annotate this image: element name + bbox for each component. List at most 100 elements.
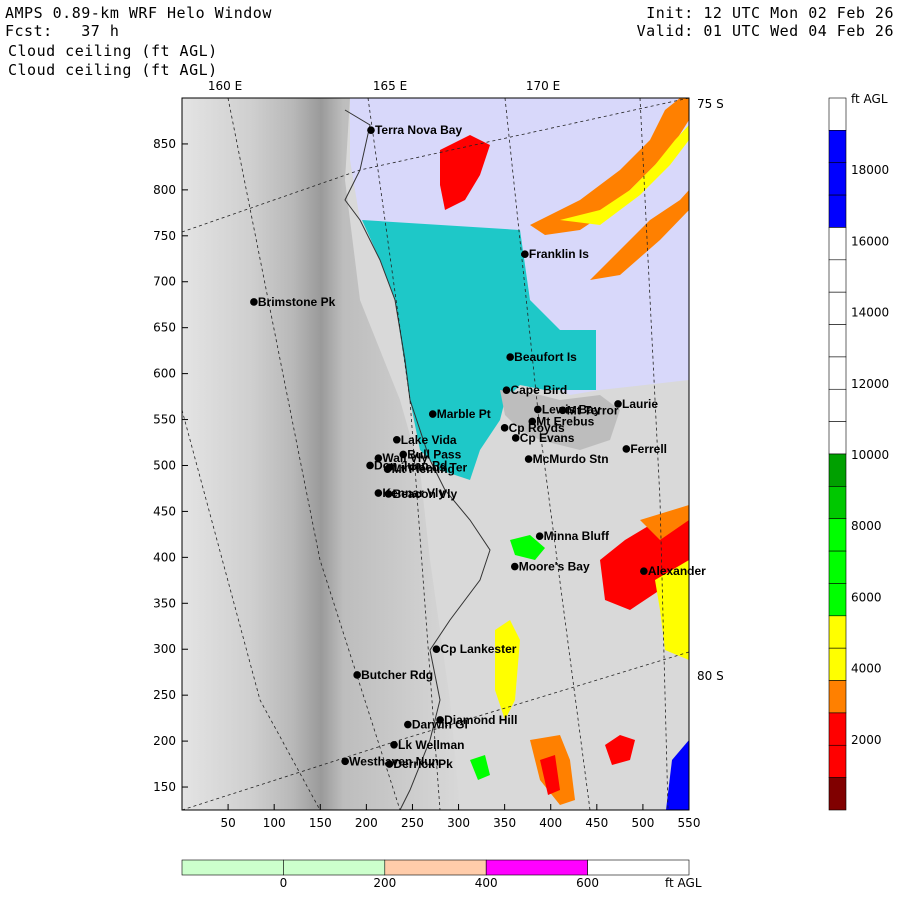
colorbar-segment [828, 162, 847, 196]
place-marker [511, 434, 520, 442]
ceiling-colorbar: 18000 16000 14000 12000 10000 8000 6000 4000 200… [828, 97, 889, 811]
longitude-label: 170 E [526, 79, 560, 93]
place-marker [353, 671, 361, 679]
colorbar-unit: ft AGL [851, 92, 888, 106]
colorbar-label: 10000 [851, 448, 889, 462]
place-marker [521, 250, 529, 258]
place-marker [374, 489, 383, 497]
y-tick-label: 400 [153, 550, 176, 564]
place-label: Cp Evans [520, 431, 575, 445]
colorbar-label: 18000 [851, 163, 889, 177]
map-figure: 50 100 150 200 250 300 350 400 450 500 550 850 800 7… [153, 79, 889, 890]
y-axis: 850 800 750 700 650 600 550 500 450 400 350 300 250 2… [153, 137, 188, 794]
place-marker [390, 740, 398, 749]
x-tick-label: 550 [678, 816, 701, 830]
x-tick-label: 250 [401, 816, 424, 830]
place-marker [385, 760, 394, 768]
terrainbar-segment [485, 859, 588, 876]
terrainbar-unit: ft AGL [665, 876, 702, 890]
place-label: Cape Bird [510, 383, 567, 397]
colorbar-segment [828, 486, 847, 520]
place-label: Cp Lankester [440, 642, 516, 656]
colorbar-segment [828, 97, 847, 131]
place-marker [524, 455, 533, 463]
place-label: Mt Erebus [536, 414, 594, 428]
colorbar-segment [828, 130, 847, 164]
x-tick-label: 150 [309, 816, 332, 830]
place-marker [384, 490, 393, 498]
terrainbar-label: 0 [280, 876, 288, 890]
place-label: Derrick Pk [393, 757, 453, 771]
colorbar-segment [828, 647, 847, 681]
colorbar-segment [828, 777, 847, 811]
place-marker [640, 567, 648, 575]
x-tick-label: 500 [631, 816, 654, 830]
y-tick-label: 750 [153, 229, 176, 243]
place-marker [534, 405, 542, 414]
place-marker [385, 463, 394, 472]
y-tick-label: 550 [153, 413, 176, 427]
place-label: Butcher Rdg [361, 668, 433, 682]
colorbar-label: 14000 [851, 306, 889, 320]
place-label: Lake Vida [401, 433, 457, 447]
colorbar-label: 6000 [851, 590, 882, 604]
x-tick-label: 300 [447, 816, 470, 830]
colorbar-segment [828, 324, 847, 358]
terrainbar-segment [283, 859, 386, 876]
y-tick-label: 500 [153, 458, 176, 472]
y-tick-label: 650 [153, 321, 176, 335]
colorbar-segment [828, 421, 847, 455]
y-tick-label: 700 [153, 275, 176, 289]
colorbar-segment [828, 583, 847, 617]
x-tick-label: 200 [355, 816, 378, 830]
place-label: Alexander [648, 564, 706, 578]
colorbar-label: 16000 [851, 234, 889, 248]
place-marker [367, 126, 375, 134]
colorbar-label: 8000 [851, 519, 882, 533]
y-tick-label: 200 [153, 734, 176, 748]
colorbar-segment [828, 227, 847, 261]
colorbar-label: 12000 [851, 377, 889, 391]
place-label: Franklin Is [529, 247, 589, 261]
place-label: Brimstone Pk [258, 295, 336, 309]
place-marker [404, 720, 412, 729]
place-marker [250, 298, 258, 306]
place-marker [502, 386, 511, 394]
colorbar-segment [828, 291, 847, 325]
x-tick-label: 350 [493, 816, 516, 830]
place-marker [528, 417, 537, 426]
place-label: McMurdo Stn [533, 452, 609, 466]
place-marker [392, 435, 401, 444]
latitude-labels: 75 S 80 S [697, 97, 724, 683]
place-marker [500, 424, 509, 432]
colorbar-segment [828, 615, 847, 649]
place-label: Moore's Bay [519, 560, 590, 574]
place-label: Beaufort Is [514, 350, 577, 364]
y-tick-label: 800 [153, 183, 176, 197]
place-label: Lk Wellman [398, 738, 464, 752]
terrain-colorbar: 0 200 400 600 [181, 859, 690, 890]
terrainbar-segment [181, 859, 284, 876]
colorbar-segment [828, 518, 847, 552]
place-marker [432, 645, 441, 654]
colorbar-label: 2000 [851, 733, 882, 747]
place-marker [366, 461, 374, 470]
colorbar-segment [828, 259, 847, 293]
place-label: Beacon Vly [392, 487, 457, 501]
colorbar-segment [828, 744, 847, 778]
colorbar-segment [828, 194, 847, 228]
place-label: Ferrell [630, 442, 667, 456]
colorbar-segment [828, 680, 847, 714]
colorbar-segment [828, 453, 847, 487]
place-label: Laurie [622, 397, 658, 411]
y-tick-label: 450 [153, 504, 176, 518]
colorbar-segment [828, 550, 847, 584]
x-tick-label: 50 [220, 816, 235, 830]
place-marker [535, 532, 544, 541]
place-label: Minna Bluff [544, 529, 610, 543]
place-marker [622, 445, 631, 453]
x-tick-label: 450 [585, 816, 608, 830]
y-tick-label: 850 [153, 137, 176, 151]
longitude-label: 160 E [208, 79, 242, 93]
longitude-label: 165 E [373, 79, 407, 93]
